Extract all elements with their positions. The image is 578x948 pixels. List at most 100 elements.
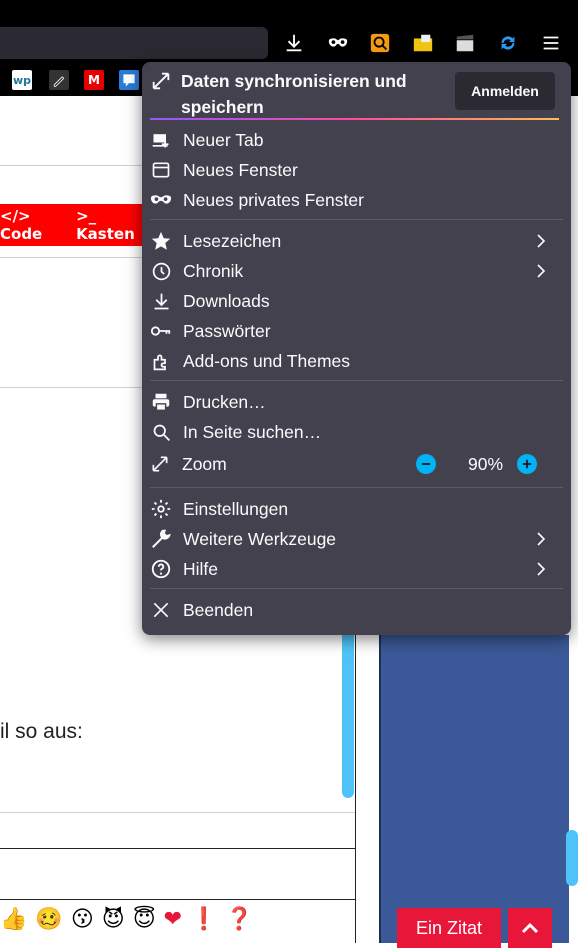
hamburger-menu-icon[interactable] — [538, 30, 564, 56]
emoji-row: 👍 🥴 😗 😈 😇 ❤ ❗ ❓ — [0, 903, 253, 935]
bookmark-comment-icon[interactable] — [119, 70, 139, 90]
menu-item-more-tools[interactable]: Weitere Werkzeuge — [150, 524, 563, 554]
separator — [150, 487, 563, 488]
bookmark-wp[interactable]: wp — [12, 70, 32, 90]
menu-item-history[interactable]: Chronik — [150, 256, 563, 286]
sync-title-line2: speichern — [181, 97, 264, 117]
close-icon — [150, 599, 172, 621]
menu-item-downloads[interactable]: Downloads — [150, 286, 563, 316]
chevron-right-icon — [537, 234, 546, 248]
menu-item-print[interactable]: Drucken… — [150, 387, 563, 417]
menu-item-help[interactable]: Hilfe — [150, 554, 563, 584]
downloads-icon — [150, 290, 172, 312]
menu-label: Chronik — [183, 260, 244, 281]
sign-in-button[interactable]: Anmelden — [455, 72, 555, 110]
divider — [355, 620, 356, 943]
separator — [150, 219, 563, 220]
woozy-face-icon[interactable]: 🥴 — [35, 907, 62, 932]
menu-label: Hilfe — [183, 558, 219, 579]
extension-clapper-icon[interactable] — [452, 30, 478, 56]
heart-icon[interactable]: ❤ — [164, 907, 182, 932]
box-button[interactable]: >_ Kasten — [76, 207, 145, 243]
accent-line — [150, 118, 559, 120]
devil-face-icon[interactable]: 😈 — [102, 907, 125, 932]
menu-item-private-window[interactable]: Neues privates Fenster — [150, 185, 563, 215]
separator — [150, 380, 563, 381]
sidebar-panel — [379, 635, 569, 943]
window-icon — [150, 159, 172, 181]
menu-item-passwords[interactable]: Passwörter — [150, 316, 563, 346]
new-tab-icon — [150, 129, 172, 151]
menu-label: Downloads — [183, 290, 270, 311]
thumbs-up-icon[interactable]: 👍 — [0, 907, 27, 932]
exclamation-icon[interactable]: ❗ — [190, 907, 217, 932]
sync-title[interactable]: Daten synchronisieren und speichern — [181, 68, 407, 120]
sync-extension-icon[interactable] — [495, 30, 521, 56]
star-icon — [150, 230, 172, 252]
scroll-up-button[interactable] — [508, 908, 552, 948]
menu-label: Beenden — [183, 599, 254, 620]
wrench-icon — [150, 528, 172, 550]
extension-search-icon[interactable] — [367, 30, 393, 56]
clock-icon — [150, 260, 172, 282]
menu-label: Neues Fenster — [183, 159, 298, 180]
menu-item-settings[interactable]: Einstellungen — [150, 494, 563, 524]
quote-button[interactable]: Ein Zitat — [397, 908, 501, 948]
menu-label: Lesezeichen — [183, 230, 282, 251]
menu-label: In Seite suchen… — [183, 421, 322, 442]
zoom-value[interactable]: 90% — [468, 454, 503, 475]
menu-item-find-in-page[interactable]: In Seite suchen… — [150, 417, 563, 447]
zoom-in-button[interactable] — [517, 454, 537, 474]
chevron-up-icon — [521, 922, 539, 934]
private-mask-icon — [150, 189, 172, 211]
menu-label: Einstellungen — [183, 498, 289, 519]
zoom-out-button[interactable] — [416, 454, 436, 474]
menu-item-addons[interactable]: Add-ons und Themes — [150, 346, 563, 376]
menu-item-new-window[interactable]: Neues Fenster — [150, 155, 563, 185]
page-scrollbar[interactable] — [566, 830, 578, 886]
menu-label: Neues privates Fenster — [183, 189, 364, 210]
app-menu-panel: Daten synchronisieren und speichern Anme… — [142, 62, 571, 635]
chevron-right-icon — [537, 264, 546, 278]
divider — [0, 899, 355, 900]
angel-face-icon[interactable]: 😇 — [133, 907, 156, 932]
question-icon[interactable]: ❓ — [225, 907, 252, 932]
menu-label: Neuer Tab — [183, 129, 264, 150]
editor-scrollbar[interactable] — [342, 622, 354, 798]
help-icon — [150, 558, 172, 580]
chevron-right-icon — [537, 532, 546, 546]
key-icon — [150, 320, 172, 342]
browser-toolbar — [0, 0, 578, 62]
separator — [150, 588, 563, 589]
search-icon — [150, 421, 172, 443]
menu-label: Weitere Werkzeuge — [183, 528, 337, 549]
menu-item-new-tab[interactable]: Neuer Tab — [150, 125, 563, 155]
divider — [0, 848, 355, 849]
minus-icon — [421, 463, 431, 465]
zoom-label: Zoom — [182, 454, 227, 474]
bookmark-m[interactable]: M — [84, 70, 104, 90]
gear-icon — [150, 498, 172, 520]
menu-label: Passwörter — [183, 320, 271, 341]
divider — [0, 812, 355, 813]
sync-title-line1: Daten synchronisieren und — [181, 71, 407, 91]
downloads-icon[interactable] — [281, 30, 307, 56]
expand-icon — [152, 72, 170, 90]
code-button[interactable]: </> Code — [0, 207, 64, 243]
chevron-right-icon — [537, 562, 546, 576]
plus-icon — [522, 459, 532, 469]
zoom-row: Zoom 90% — [150, 450, 563, 480]
menu-label: Add-ons und Themes — [183, 350, 351, 371]
menu-item-quit[interactable]: Beenden — [150, 595, 563, 625]
expand-icon — [150, 454, 172, 476]
extension-folder-icon[interactable] — [410, 30, 436, 56]
url-bar[interactable] — [0, 27, 268, 59]
private-mask-icon[interactable] — [325, 30, 351, 56]
menu-label: Drucken… — [183, 391, 266, 412]
puzzle-icon — [150, 350, 172, 372]
bookmark-pen-icon[interactable] — [49, 70, 69, 90]
menu-item-bookmarks[interactable]: Lesezeichen — [150, 226, 563, 256]
editor-toolbar: </> Code >_ Kasten — [0, 204, 145, 246]
printer-icon — [150, 391, 172, 413]
kissing-face-icon[interactable]: 😗 — [71, 907, 94, 932]
